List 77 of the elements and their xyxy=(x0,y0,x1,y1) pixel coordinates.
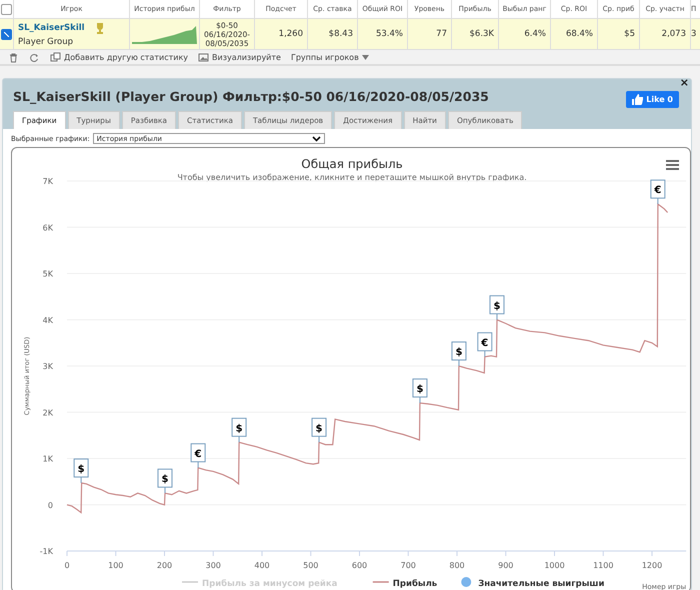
win-flag: $ xyxy=(451,342,466,366)
legend-item[interactable]: Значительные выигрыши xyxy=(461,577,604,589)
x-tick-label: 300 xyxy=(206,561,221,570)
add-stat-button[interactable]: Добавить другую статистику xyxy=(50,52,188,62)
y-tick-label: 3K xyxy=(42,362,53,371)
win-flag: $ xyxy=(74,458,89,484)
x-tick-label: 200 xyxy=(156,561,172,570)
panel-title: SL_KaiserSkill (Player Group) Фильтр:$0-50 06/16/2020-08/05/2035 xyxy=(13,88,489,104)
table-cell: 77 xyxy=(408,19,452,49)
table-cell: $5 xyxy=(598,19,640,49)
like-button[interactable]: Like 0 xyxy=(626,90,679,108)
thumbs-up-icon xyxy=(632,94,644,104)
annotation: $ xyxy=(78,464,85,476)
x-tick-label: 800 xyxy=(449,561,465,570)
select-all-checkbox[interactable] xyxy=(1,4,12,14)
y-tick-label: -1K xyxy=(40,547,53,556)
win-flag: $ xyxy=(158,468,172,494)
y-tick-label: 2K xyxy=(42,408,53,418)
row-checkbox[interactable] xyxy=(1,28,12,40)
table-cell: 6.4% xyxy=(499,19,551,49)
chevron-down-icon xyxy=(312,136,321,142)
win-flag: € xyxy=(190,443,206,468)
player-link[interactable]: SL_KaiserSkill xyxy=(18,22,85,32)
y-tick-label: 4K xyxy=(42,316,53,325)
image-icon xyxy=(198,52,210,62)
x-tick-label: 0 xyxy=(64,561,70,570)
annotation: € xyxy=(194,448,202,460)
visualize-button[interactable]: Визуализируйте xyxy=(198,52,281,62)
x-tick-label: 1000 xyxy=(544,561,565,570)
annotation: $ xyxy=(455,347,462,358)
win-flag: € xyxy=(477,332,492,358)
x-tick-label: 700 xyxy=(400,561,416,570)
annotation: $ xyxy=(493,300,500,312)
win-flag: $ xyxy=(412,378,428,404)
table-cell-text: 3 xyxy=(691,28,698,41)
player-group: Player Group xyxy=(18,36,74,46)
annotation: € xyxy=(653,185,662,196)
player-groups-menu[interactable]: Группы игроков xyxy=(290,52,369,62)
y-tick-label: 0 xyxy=(48,500,53,510)
y-tick-label: 5K xyxy=(42,270,53,278)
table-cell: 68.4% xyxy=(551,19,598,49)
table-cell: 2,073 xyxy=(640,19,691,49)
trash-icon[interactable] xyxy=(8,52,19,62)
annotation: $ xyxy=(416,384,424,395)
win-flag: $ xyxy=(312,418,327,443)
x-tick-label: 1200 xyxy=(642,561,662,570)
annotation: € xyxy=(480,338,488,349)
x-tick-label: 100 xyxy=(108,561,124,570)
table-cell: $6.3K xyxy=(452,19,499,49)
annotation: $ xyxy=(162,474,169,486)
profit-sparkline xyxy=(132,24,198,44)
table-cell: $8.43 xyxy=(308,19,358,49)
x-tick-label: 1100 xyxy=(593,561,614,570)
copy-icon xyxy=(50,52,61,62)
y-tick-label: 6K xyxy=(42,223,53,232)
refresh-icon[interactable] xyxy=(29,52,40,62)
x-tick-label: 500 xyxy=(303,561,318,570)
x-tick-label: 600 xyxy=(352,561,368,570)
table-cell: 1,260 xyxy=(255,19,308,49)
caret-icon xyxy=(362,54,369,60)
chart-subtitle: Чтобы увеличить изображение, кликните и перетащите мышкой внутрь графика. xyxy=(177,173,527,182)
win-flag: $ xyxy=(489,295,504,320)
trophy-icon xyxy=(94,22,105,34)
chart-title: Общая прибыль xyxy=(301,157,403,171)
close-button[interactable]: × xyxy=(680,77,689,89)
win-flag: € xyxy=(650,180,666,205)
legend-label: Прибыль xyxy=(392,579,438,589)
y-tick-label: 1K xyxy=(42,454,53,464)
x-tick-label: 400 xyxy=(254,561,270,570)
annotation: $ xyxy=(316,423,323,434)
annotation: $ xyxy=(236,423,243,434)
table-cell: 53.4% xyxy=(358,19,408,49)
menu-icon[interactable] xyxy=(666,160,679,170)
legend-item[interactable]: Прибыль xyxy=(372,579,438,589)
y-tick-label: 7K xyxy=(42,177,53,186)
win-flag: $ xyxy=(232,418,247,443)
x-tick-label: 900 xyxy=(498,561,514,570)
